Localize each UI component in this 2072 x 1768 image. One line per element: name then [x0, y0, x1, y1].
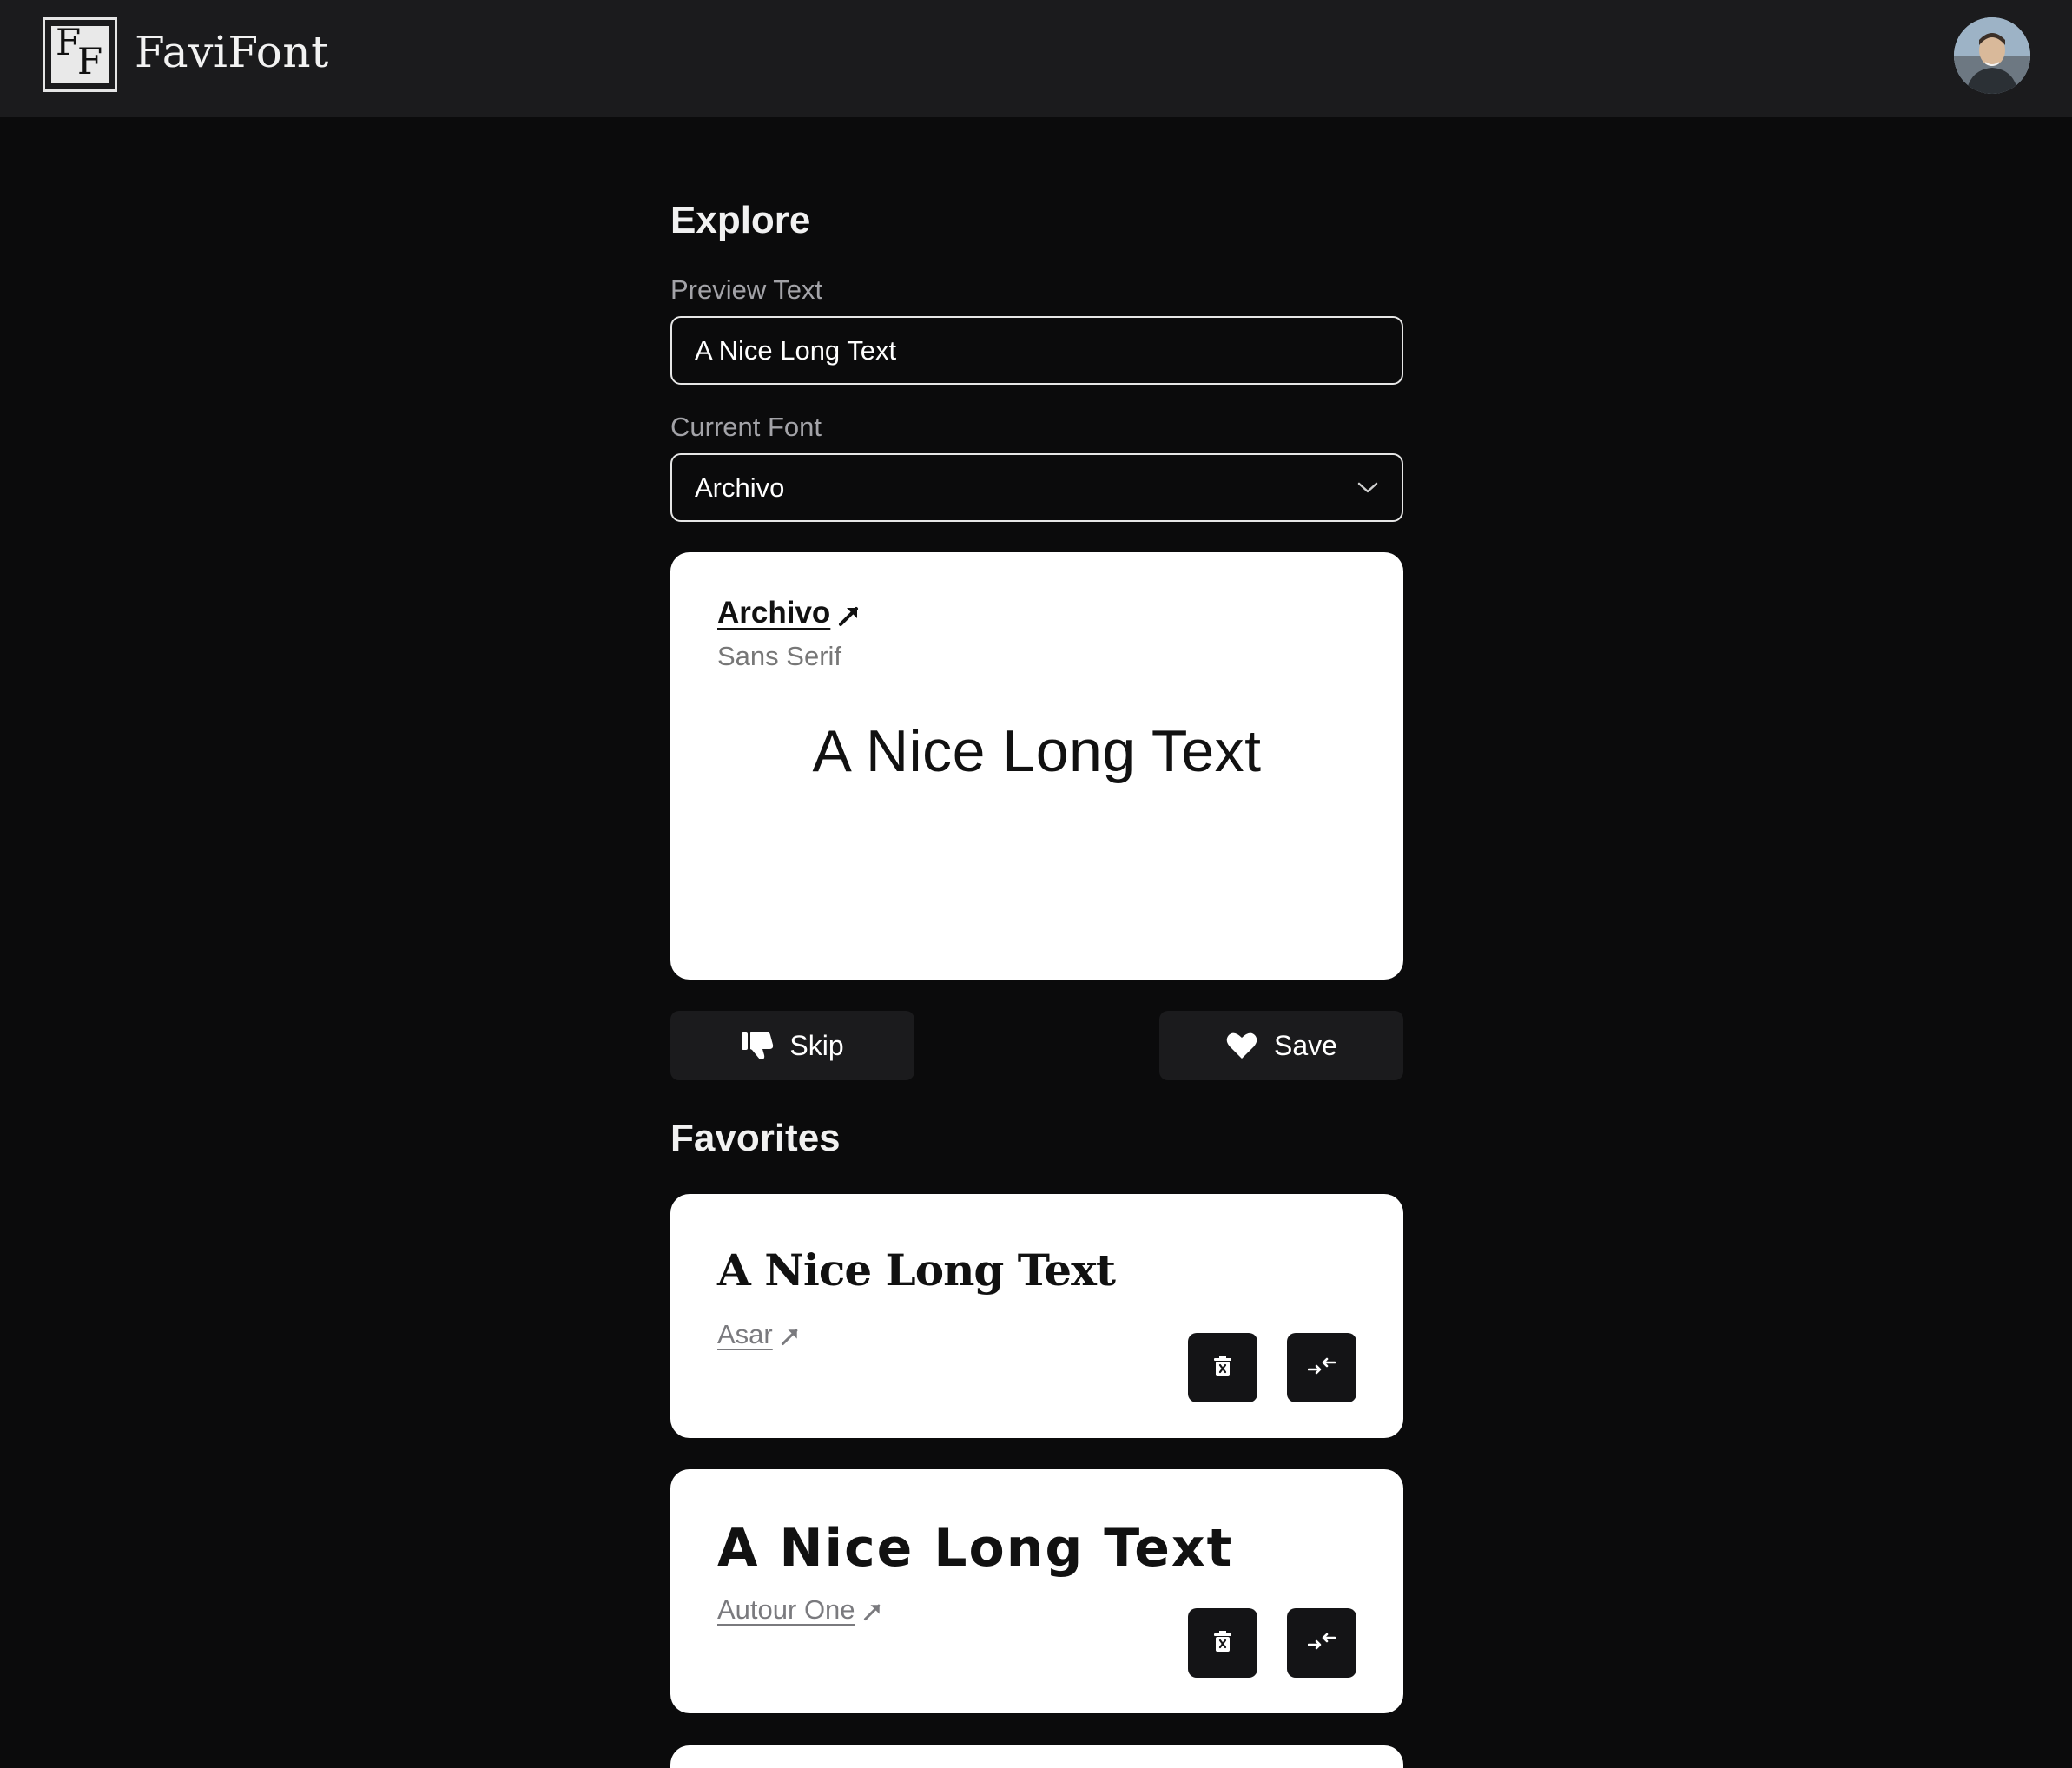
favorites-heading: Favorites	[670, 1117, 841, 1159]
favorite-font-name: Asar	[717, 1319, 773, 1349]
app-logo[interactable]: F F	[43, 17, 117, 92]
arrow-up-right-icon	[837, 601, 861, 626]
current-font-select[interactable]: Archivo	[670, 453, 1403, 522]
favorite-font-name: Autour One	[717, 1594, 855, 1625]
delete-favorite-button[interactable]	[1188, 1608, 1257, 1678]
apply-favorite-button[interactable]	[1287, 1608, 1356, 1678]
trash-icon	[1214, 1355, 1231, 1381]
logo-letter-2: F	[77, 40, 103, 82]
preview-sample-text: A Nice Long Text	[812, 718, 1262, 784]
favorite-card	[670, 1745, 1403, 1768]
font-preview-card: Archivo Sans Serif A Nice Long Text	[670, 552, 1403, 980]
preview-font-category: Sans Serif	[717, 641, 842, 671]
favorite-font-link[interactable]: Asar	[717, 1319, 804, 1350]
preview-text-input[interactable]	[670, 316, 1403, 385]
favorite-card: A Nice Long Text Asar	[670, 1194, 1403, 1438]
arrow-up-right-icon	[862, 1598, 887, 1622]
chevron-down-icon	[1356, 477, 1379, 499]
user-avatar[interactable]	[1954, 17, 2030, 94]
swap-arrows-icon	[1307, 1356, 1336, 1380]
save-label: Save	[1274, 1029, 1337, 1061]
save-button[interactable]: Save	[1159, 1011, 1403, 1080]
current-font-value: Archivo	[695, 472, 785, 503]
trash-icon	[1214, 1630, 1231, 1656]
explore-heading: Explore	[670, 199, 811, 241]
apply-favorite-button[interactable]	[1287, 1333, 1356, 1402]
swap-arrows-icon	[1307, 1632, 1336, 1655]
preview-font-name: Archivo	[717, 596, 831, 630]
avatar-image	[1954, 17, 2030, 94]
favorite-font-link[interactable]: Autour One	[717, 1594, 887, 1626]
thumbs-down-icon	[741, 1029, 774, 1062]
top-bar: F F FaviFont	[0, 0, 2072, 117]
favorite-sample-text: A Nice Long Text	[717, 1518, 1234, 1579]
skip-button[interactable]: Skip	[670, 1011, 914, 1080]
brand-name[interactable]: FaviFont	[135, 24, 329, 80]
heart-icon	[1225, 1029, 1258, 1062]
favorite-sample-text: A Nice Long Text	[717, 1244, 1116, 1296]
arrow-up-right-icon	[780, 1323, 804, 1347]
preview-text-label: Preview Text	[670, 274, 823, 305]
logo-mark: F F	[49, 23, 111, 86]
favorite-card: A Nice Long Text Autour One	[670, 1469, 1403, 1713]
delete-favorite-button[interactable]	[1188, 1333, 1257, 1402]
preview-font-link[interactable]: Archivo	[717, 596, 861, 630]
current-font-label: Current Font	[670, 412, 822, 442]
skip-label: Skip	[789, 1029, 844, 1061]
